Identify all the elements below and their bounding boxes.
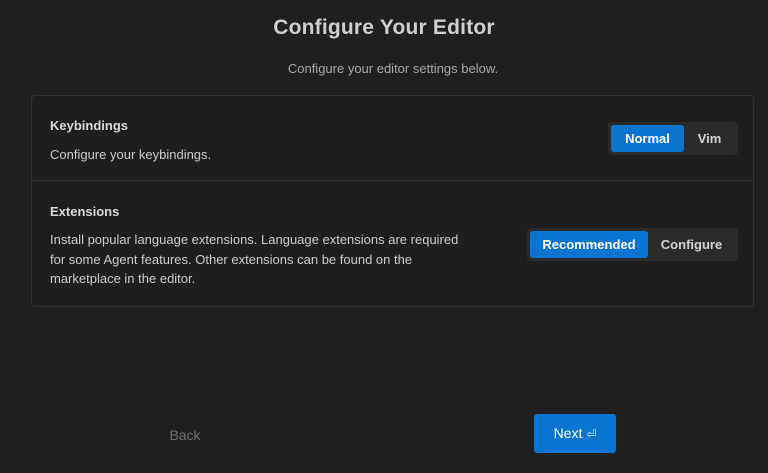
extensions-description: Install popular language extensions. Lan… <box>50 232 459 286</box>
next-button[interactable]: Next ⏎ <box>534 414 616 453</box>
page-subtitle: Configure your editor settings below. <box>287 61 499 76</box>
keybindings-vim-option[interactable]: Vim <box>684 125 735 152</box>
keybindings-label: Keybindings <box>50 118 129 133</box>
keybindings-toggle: Normal Vim <box>608 122 738 155</box>
extensions-recommended-option[interactable]: Recommended <box>530 231 648 258</box>
settings-card: Keybindings Configure your keybindings. … <box>31 95 754 307</box>
page-title: Configure Your Editor <box>273 16 495 39</box>
keybindings-row: Keybindings Configure your keybindings. … <box>32 96 753 181</box>
keybindings-description: Configure your keybindings. <box>50 147 212 162</box>
configure-editor-page: Configure Your Editor Configure your edi… <box>0 0 768 473</box>
extensions-toggle: Recommended Configure <box>527 228 738 261</box>
extensions-configure-option[interactable]: Configure <box>648 231 735 258</box>
enter-key-icon: ⏎ <box>586 427 597 441</box>
extensions-label: Extensions <box>50 204 120 219</box>
extensions-row: Extensions Install popular language exte… <box>32 181 753 307</box>
back-button[interactable]: Back <box>160 425 210 445</box>
keybindings-normal-option[interactable]: Normal <box>611 125 684 152</box>
next-button-label: Next <box>553 425 583 441</box>
